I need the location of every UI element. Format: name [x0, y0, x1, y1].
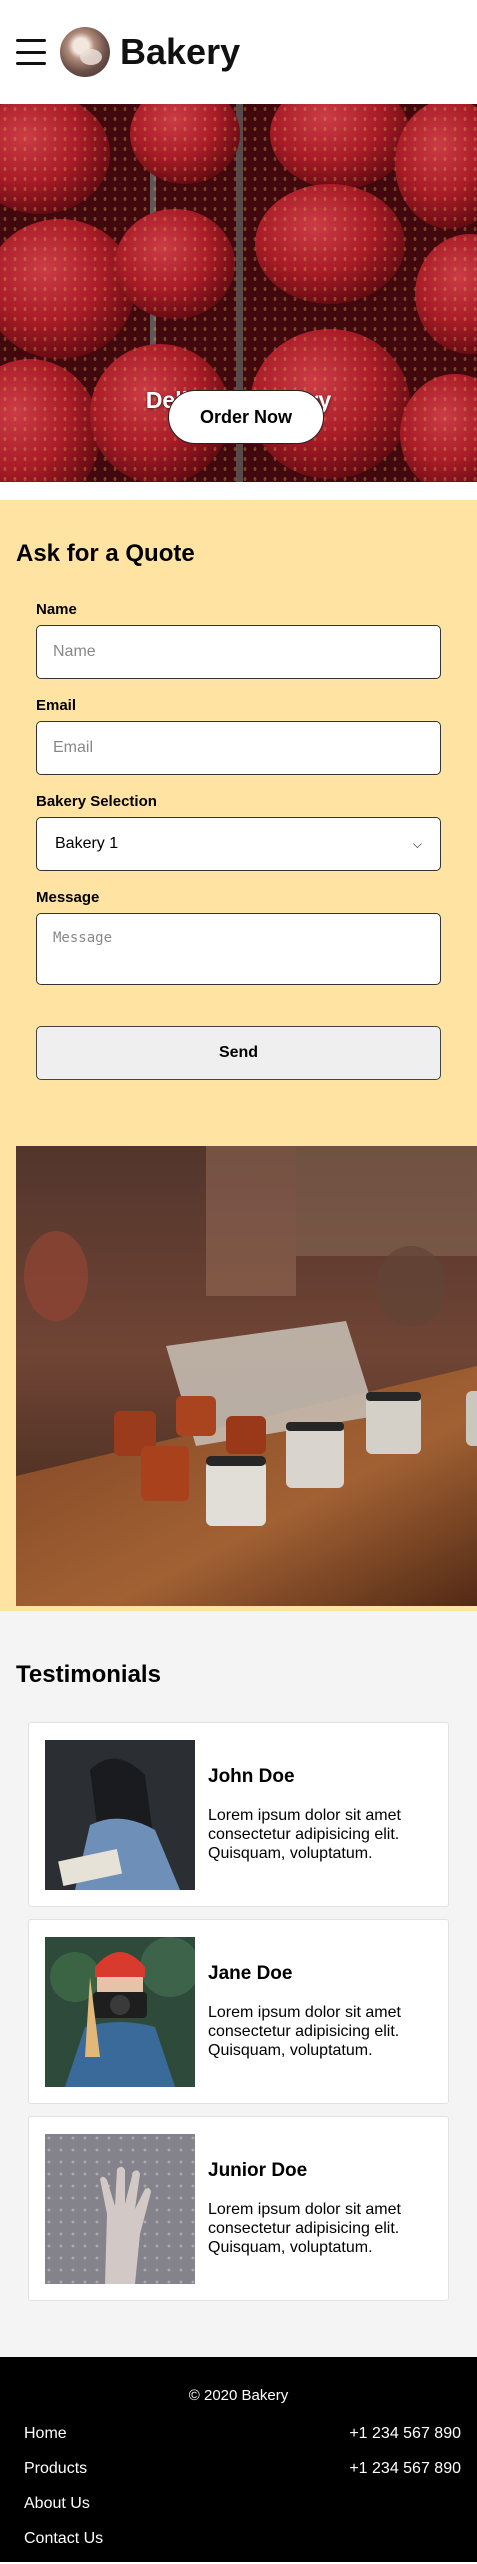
name-label: Name: [36, 601, 77, 618]
brand-title: Bakery: [120, 31, 241, 72]
footer-nav: Home Products About Us Contact Us: [24, 2424, 103, 2564]
testimonial-text: Lorem ipsum dolor sit amet consectetur a…: [208, 2004, 401, 2059]
footer-link-about-us[interactable]: About Us: [24, 2494, 103, 2514]
bakery-selection-value: Bakery 1: [55, 835, 119, 852]
footer-phones: +1 234 567 890 +1 234 567 890: [349, 2424, 461, 2564]
hamburger-menu-icon[interactable]: [16, 39, 46, 65]
bakery-selection-label: Bakery Selection: [36, 793, 157, 810]
testimonial-card: Jane Doe Lorem ipsum dolor sit amet cons…: [28, 1919, 449, 2104]
message-label: Message: [36, 889, 100, 906]
site-header: Bakery: [0, 0, 477, 104]
bakery-selection-dropdown[interactable]: Bakery 1 ⌵: [36, 817, 441, 871]
order-now-button[interactable]: Order Now: [168, 390, 324, 444]
chevron-down-icon: ⌵: [412, 836, 422, 851]
testimonials-heading: Testimonials: [16, 1661, 161, 1688]
cafe-cups-photo: [16, 1146, 477, 1606]
quote-section: Ask for a Quote Name Email Bakery Select…: [0, 500, 477, 1611]
footer-link-contact-us[interactable]: Contact Us: [24, 2529, 103, 2549]
footer-phone[interactable]: +1 234 567 890: [349, 2424, 461, 2444]
quote-heading: Ask for a Quote: [16, 540, 195, 567]
footer-phone[interactable]: +1 234 567 890: [349, 2459, 461, 2479]
testimonial-card: Junior Doe Lorem ipsum dolor sit amet co…: [28, 2116, 449, 2301]
woman-camera-photo: [45, 1936, 195, 2087]
testimonial-name: Jane Doe: [208, 1963, 293, 1984]
testimonials-section: Testimonials John Doe Lorem ipsum dolor …: [0, 1611, 477, 2357]
site-footer: © 2020 Bakery Home Products About Us Con…: [0, 2357, 477, 2562]
message-field[interactable]: [36, 913, 441, 985]
footer-link-products[interactable]: Products: [24, 2459, 103, 2479]
testimonial-text: Lorem ipsum dolor sit amet consectetur a…: [208, 1807, 401, 1862]
testimonial-name: John Doe: [208, 1766, 295, 1787]
testimonial-card: John Doe Lorem ipsum dolor sit amet cons…: [28, 1722, 449, 1907]
email-label: Email: [36, 697, 77, 714]
quote-form: Name Email Bakery Selection Bakery 1 ⌵ M…: [16, 601, 461, 1080]
woman-reading-photo: [45, 1739, 195, 1890]
section-divider: [0, 482, 477, 500]
hand-on-glass-photo: [45, 2133, 195, 2284]
testimonial-name: Junior Doe: [208, 2160, 308, 2181]
email-field[interactable]: [36, 721, 441, 775]
footer-link-home[interactable]: Home: [24, 2424, 103, 2444]
avatar: [60, 27, 110, 77]
name-field[interactable]: [36, 625, 441, 679]
send-button[interactable]: Send: [36, 1026, 441, 1080]
testimonial-text: Lorem ipsum dolor sit amet consectetur a…: [208, 2201, 401, 2256]
copyright-text: © 2020 Bakery: [188, 2387, 289, 2404]
